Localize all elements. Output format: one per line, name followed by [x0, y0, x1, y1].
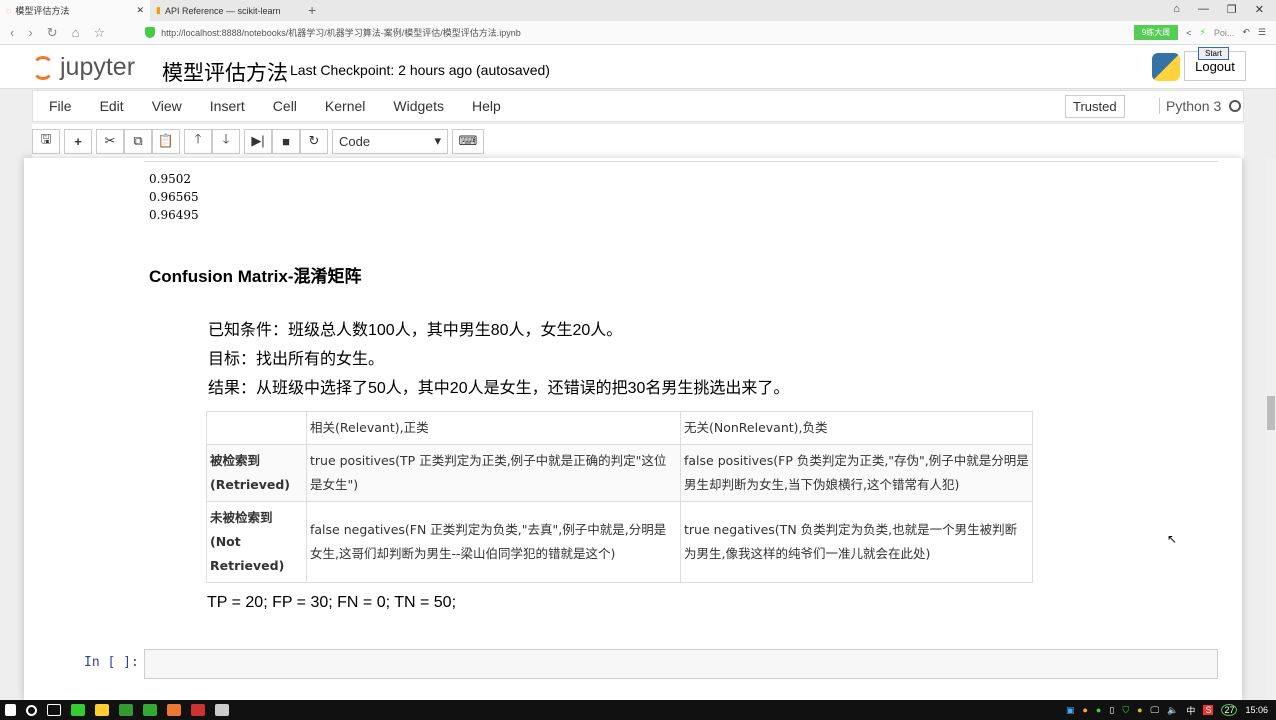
problem-description: 已知条件：班级总人数100人，其中男生80人，女生20人。 目标：找出所有的女生…	[208, 322, 790, 397]
scrollbar-thumb[interactable]	[1267, 396, 1275, 430]
sklearn-favicon-icon: ▮	[156, 5, 161, 15]
close-tab-icon[interactable]: ✕	[136, 5, 144, 16]
restore-button[interactable]: ❐	[1227, 3, 1237, 18]
security-shield-icon	[145, 27, 156, 38]
new-tab-button[interactable]: +	[300, 0, 324, 21]
table-row: 未被检索到 (Not Retrieved) false negatives(FN…	[206, 501, 1033, 583]
lightning-icon[interactable]: ⚡	[1200, 27, 1206, 38]
tray-icon[interactable]: ●	[1096, 705, 1101, 715]
section-heading: Confusion Matrix-混淆矩阵	[149, 267, 362, 286]
copy-icon[interactable]: ⧉	[124, 128, 152, 154]
forward-icon[interactable]: ›	[28, 25, 32, 41]
page-scrollbar[interactable]	[1266, 158, 1276, 700]
url-field[interactable]: http://localhost:8888/notebooks/机器学习/机器学…	[161, 26, 521, 39]
menu-bar: File Edit View Insert Cell Kernel Widget…	[32, 90, 1244, 122]
menu-edit[interactable]: Edit	[86, 98, 138, 114]
extension-popup-label: Poi...	[1213, 27, 1235, 38]
kernel-name: Python 3	[1159, 98, 1221, 114]
dropdown-arrow-icon: ▾	[434, 133, 441, 148]
app-icon[interactable]	[119, 704, 133, 716]
menu-widgets[interactable]: Widgets	[379, 98, 458, 114]
search-icon[interactable]	[26, 704, 37, 716]
previous-cell-bottom	[144, 158, 1218, 162]
confusion-matrix-table: 相关(Relevant),正类 无关(NonRelevant),负类 被检索到 …	[206, 411, 1033, 583]
menu-icon[interactable]: ☰	[1258, 27, 1266, 38]
kernel-idle-icon	[1229, 100, 1241, 112]
tray-icon[interactable]: ●	[1137, 705, 1142, 715]
code-cell-input[interactable]	[144, 649, 1218, 679]
confusion-values: TP = 20; FP = 30; FN = 0; TN = 50;	[207, 594, 457, 611]
menu-insert[interactable]: Insert	[196, 98, 259, 114]
run-icon[interactable]: ▶|	[244, 128, 272, 154]
notebook-header: jupyter 模型评估方法 Last Checkpoint: 2 hours …	[0, 45, 1276, 89]
app-icon[interactable]	[167, 704, 181, 716]
menu-kernel[interactable]: Kernel	[311, 98, 379, 114]
restart-icon[interactable]: ↻	[300, 128, 328, 154]
add-cell-icon[interactable]: +	[64, 128, 92, 154]
cut-icon[interactable]: ✂	[96, 128, 124, 154]
paste-icon[interactable]: 📋	[152, 128, 180, 154]
move-up-icon[interactable]: 🡑	[184, 128, 212, 154]
close-window-button[interactable]: ✕	[1255, 3, 1264, 18]
notebook-title[interactable]: 模型评估方法	[162, 57, 288, 87]
menu-cell[interactable]: Cell	[259, 98, 311, 114]
keyboard-icon[interactable]: ⌨	[452, 128, 484, 154]
ime-indicator[interactable]: 中	[1186, 704, 1195, 717]
reload-icon[interactable]: ↻	[47, 25, 58, 41]
tray-icon[interactable]: ●	[1082, 705, 1087, 715]
windows-start-icon[interactable]	[5, 704, 16, 716]
folder-icon[interactable]	[95, 704, 109, 716]
mouse-cursor-icon: ↖	[1167, 532, 1178, 546]
task-view-icon[interactable]	[47, 704, 61, 716]
move-down-icon[interactable]: 🡓	[212, 128, 240, 154]
skin-icon[interactable]: ⌂	[1173, 3, 1180, 18]
minimize-button[interactable]: —	[1198, 3, 1209, 18]
extension-badge[interactable]: 9练大周	[1133, 25, 1179, 40]
notebook-page: 0.9502 0.96565 0.96495 Confusion Matrix-…	[24, 158, 1242, 700]
jupyter-logo[interactable]: jupyter	[32, 53, 135, 82]
clock[interactable]: 15:06	[1245, 705, 1268, 715]
app-icon[interactable]	[215, 704, 229, 716]
stop-icon[interactable]: ■	[272, 128, 300, 154]
cell-output: 0.9502 0.96565 0.96495	[149, 172, 199, 222]
menu-file[interactable]: File	[33, 98, 86, 114]
tray-icon[interactable]: ▣	[1066, 705, 1075, 716]
trusted-indicator[interactable]: Trusted	[1065, 95, 1125, 118]
browser-icon[interactable]	[191, 704, 205, 716]
menu-help[interactable]: Help	[458, 98, 515, 114]
sogou-icon[interactable]: S	[1203, 705, 1214, 715]
browser-tab[interactable]: ◌ 模型评估方法 ✕	[0, 0, 150, 21]
notification-count[interactable]: 27	[1221, 704, 1238, 716]
input-prompt: In [ ]:	[84, 655, 139, 670]
undo-icon[interactable]: ↶	[1242, 27, 1250, 38]
home-icon[interactable]: ⌂	[72, 25, 80, 41]
menu-view[interactable]: View	[138, 98, 196, 114]
save-icon[interactable]: 🖫	[32, 128, 60, 154]
table-row: 被检索到 (Retrieved) true positives(TP 正类判定为…	[206, 444, 1033, 502]
star-icon[interactable]: ☆	[93, 25, 105, 41]
notebook-toolbar: 🖫 + ✂ ⧉ 📋 🡑 🡓 ▶| ■ ↻ Code ▾ ⌨	[32, 124, 1244, 158]
network-icon[interactable]: 🖵	[1151, 705, 1160, 716]
app-icon[interactable]	[71, 704, 85, 716]
cell-type-select[interactable]: Code ▾	[332, 128, 448, 154]
table-header-row: 相关(Relevant),正类 无关(NonRelevant),负类	[206, 411, 1033, 445]
python-logo-icon	[1152, 53, 1180, 81]
back-icon[interactable]: ‹	[10, 25, 14, 41]
jupyter-logo-icon	[32, 55, 54, 80]
shield-tray-icon[interactable]: ⛉	[1122, 705, 1129, 716]
browser-tab[interactable]: ▮ API Reference — scikit-learn	[150, 0, 300, 21]
jupyter-favicon-icon: ◌	[6, 5, 12, 16]
share-icon[interactable]: <	[1186, 28, 1191, 38]
volume-icon[interactable]: 🔈	[1167, 705, 1178, 716]
windows-taskbar: ▣ ● ● ▯ ⛉ ● 🖵 🔈 中 S 27 15:06	[0, 700, 1276, 720]
checkpoint-status: Last Checkpoint: 2 hours ago (autosaved)	[290, 62, 550, 78]
browser-tab-bar: ◌ 模型评估方法 ✕ ▮ API Reference — scikit-learn +…	[0, 0, 1276, 21]
app-icon[interactable]	[143, 704, 157, 716]
start-button[interactable]: Start	[1198, 47, 1229, 60]
address-bar: ‹ › ↻ ⌂ ☆ http://localhost:8888/notebooks/机器…	[0, 21, 1276, 45]
usb-icon[interactable]: ▯	[1109, 705, 1114, 716]
